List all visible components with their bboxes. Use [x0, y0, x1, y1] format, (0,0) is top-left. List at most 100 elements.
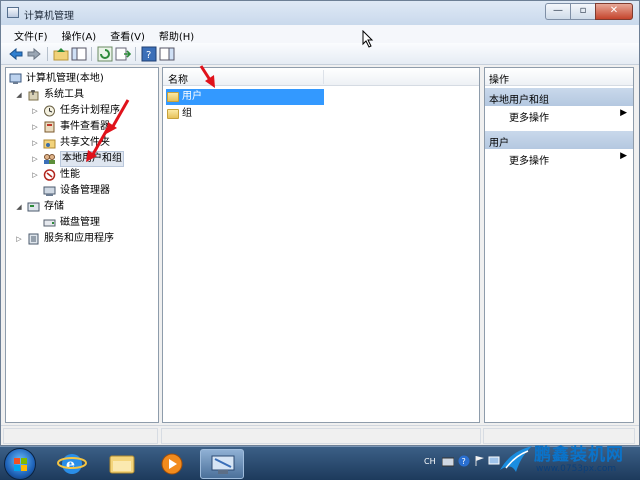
up-folder-icon[interactable]	[53, 46, 69, 62]
tree-item-device-manager[interactable]: 设备管理器	[9, 183, 157, 199]
window-title: 计算机管理	[24, 11, 74, 22]
minimize-button[interactable]: —	[545, 3, 570, 20]
collapse-arrow-icon[interactable]: ◢	[15, 199, 23, 215]
tree-item-disk-management[interactable]: 磁盘管理	[9, 215, 157, 231]
tree-item-label: 服务和应用程序	[44, 233, 114, 244]
storage-icon	[27, 202, 40, 212]
event-viewer-icon	[44, 121, 55, 133]
bird-logo-icon	[500, 446, 532, 472]
expand-arrow-icon[interactable]: ▷	[31, 119, 39, 135]
computer-management-icon	[211, 455, 235, 474]
watermark-title: 鹏鑫装机网	[534, 445, 624, 465]
toolbar: ?	[1, 43, 639, 65]
menu-action[interactable]: 操作(A)	[55, 25, 104, 43]
tools-icon	[28, 90, 39, 101]
expand-arrow-icon[interactable]: ▷	[31, 103, 39, 119]
expand-arrow-icon[interactable]: ▷	[15, 231, 23, 247]
computer-management-icon	[9, 73, 22, 84]
menu-help[interactable]: 帮助(H)	[152, 25, 201, 43]
forward-icon[interactable]	[26, 46, 42, 62]
help-icon[interactable]: ?	[141, 46, 157, 62]
taskbar-computer-management-button[interactable]	[200, 449, 244, 479]
collapse-arrow-icon[interactable]: ◢	[15, 87, 23, 103]
menu-view[interactable]: 查看(V)	[103, 25, 152, 43]
refresh-icon[interactable]	[97, 46, 113, 62]
submenu-arrow-icon: ▶	[620, 151, 627, 161]
list-item-users[interactable]: 用户	[166, 89, 324, 105]
annotation-arrow	[199, 65, 215, 88]
submenu-arrow-icon: ▶	[620, 108, 627, 118]
actions-title: 操作	[485, 68, 633, 86]
annotation-arrow	[86, 127, 110, 162]
explorer-icon	[109, 455, 135, 474]
tree-item-label: 系统工具	[44, 89, 84, 100]
menu-file[interactable]: 文件(F)	[7, 25, 55, 43]
tree-item-system-tools[interactable]: ◢ 系统工具	[9, 87, 157, 103]
more-actions-link[interactable]: 更多操作 ▶	[485, 149, 633, 167]
maximize-icon: ▫	[579, 5, 587, 16]
back-icon[interactable]	[8, 46, 24, 62]
list-item-label: 用户	[182, 91, 202, 102]
windows-logo-icon	[14, 458, 27, 471]
folder-icon	[167, 109, 179, 119]
menu-bar: 文件(F) 操作(A) 查看(V) 帮助(H)	[1, 25, 639, 43]
tree-item-root[interactable]: 计算机管理(本地)	[9, 71, 157, 87]
more-actions-label: 更多操作	[509, 156, 549, 167]
console-tree: 计算机管理(本地) ◢ 系统工具 ▷ 任务计划程序 ▷ 事件查看器 ▷ 共享文件…	[5, 67, 159, 423]
computer-management-icon	[7, 7, 19, 18]
expand-arrow-icon[interactable]: ▷	[31, 151, 39, 167]
column-header-name[interactable]: 名称	[168, 71, 188, 86]
more-actions-link[interactable]: 更多操作 ▶	[485, 106, 633, 124]
close-icon: ✕	[609, 5, 619, 16]
tree-item-task-scheduler[interactable]: ▷ 任务计划程序	[9, 103, 157, 119]
system-tray: CH ?	[416, 447, 500, 480]
tree-item-services-applications[interactable]: ▷ 服务和应用程序	[9, 231, 157, 247]
taskbar-ie-button[interactable]: e	[50, 449, 94, 479]
keyboard-icon[interactable]	[442, 457, 454, 467]
svg-text:?: ?	[146, 50, 151, 61]
export-list-icon[interactable]	[115, 46, 131, 62]
disk-icon	[43, 219, 56, 227]
title-bar[interactable]: 计算机管理 — ▫ ✕	[1, 1, 639, 25]
language-indicator[interactable]: CH	[424, 457, 436, 466]
shared-folder-icon	[43, 139, 56, 149]
close-button[interactable]: ✕	[595, 3, 633, 20]
tree-item-label: 磁盘管理	[60, 217, 100, 228]
action-center-flag-icon[interactable]	[474, 455, 486, 467]
device-manager-icon	[43, 186, 56, 196]
expand-arrow-icon[interactable]: ▷	[31, 167, 39, 183]
show-hide-tree-icon[interactable]	[71, 46, 87, 62]
caption-buttons: — ▫ ✕	[545, 3, 633, 20]
maximize-button[interactable]: ▫	[570, 3, 595, 20]
more-actions-label: 更多操作	[509, 113, 549, 124]
list-item-label: 组	[182, 108, 192, 119]
expand-arrow-icon[interactable]: ▷	[31, 135, 39, 151]
folder-icon	[167, 92, 179, 102]
computer-management-window: 计算机管理 — ▫ ✕ 文件(F) 操作(A) 查看(V) 帮助(H) ? 计算…	[0, 0, 640, 446]
mouse-cursor-icon	[362, 30, 374, 48]
services-icon	[28, 233, 39, 245]
tree-item-label: 存储	[44, 201, 64, 212]
action-group-users[interactable]: 用户	[485, 131, 633, 149]
action-group-local-users[interactable]: 本地用户和组	[485, 88, 633, 106]
help-tray-icon[interactable]: ?	[458, 455, 470, 467]
tree-item-label: 性能	[60, 169, 80, 180]
tree-item-performance[interactable]: ▷ 性能	[9, 167, 157, 183]
minimize-icon: —	[553, 5, 563, 16]
ie-icon: e	[57, 454, 87, 474]
svg-text:?: ?	[462, 457, 466, 466]
show-action-pane-icon[interactable]	[159, 46, 175, 62]
tree-item-label: 计算机管理(本地)	[26, 73, 104, 84]
list-item-groups[interactable]: 组	[166, 106, 206, 122]
svg-text:e: e	[66, 457, 75, 473]
performance-icon	[43, 169, 56, 181]
watermark-logo: 鹏鑫装机网 www.0753px.com	[498, 438, 640, 480]
tree-item-storage[interactable]: ◢ 存储	[9, 199, 157, 215]
actions-pane: 操作 本地用户和组 更多操作 ▶ 用户 更多操作 ▶	[484, 67, 634, 423]
users-icon	[44, 154, 55, 164]
clock-icon	[44, 105, 55, 117]
taskbar-explorer-button[interactable]	[100, 449, 144, 479]
taskbar-media-player-button[interactable]	[150, 449, 194, 479]
start-button[interactable]	[4, 448, 36, 480]
media-player-icon	[161, 453, 183, 475]
